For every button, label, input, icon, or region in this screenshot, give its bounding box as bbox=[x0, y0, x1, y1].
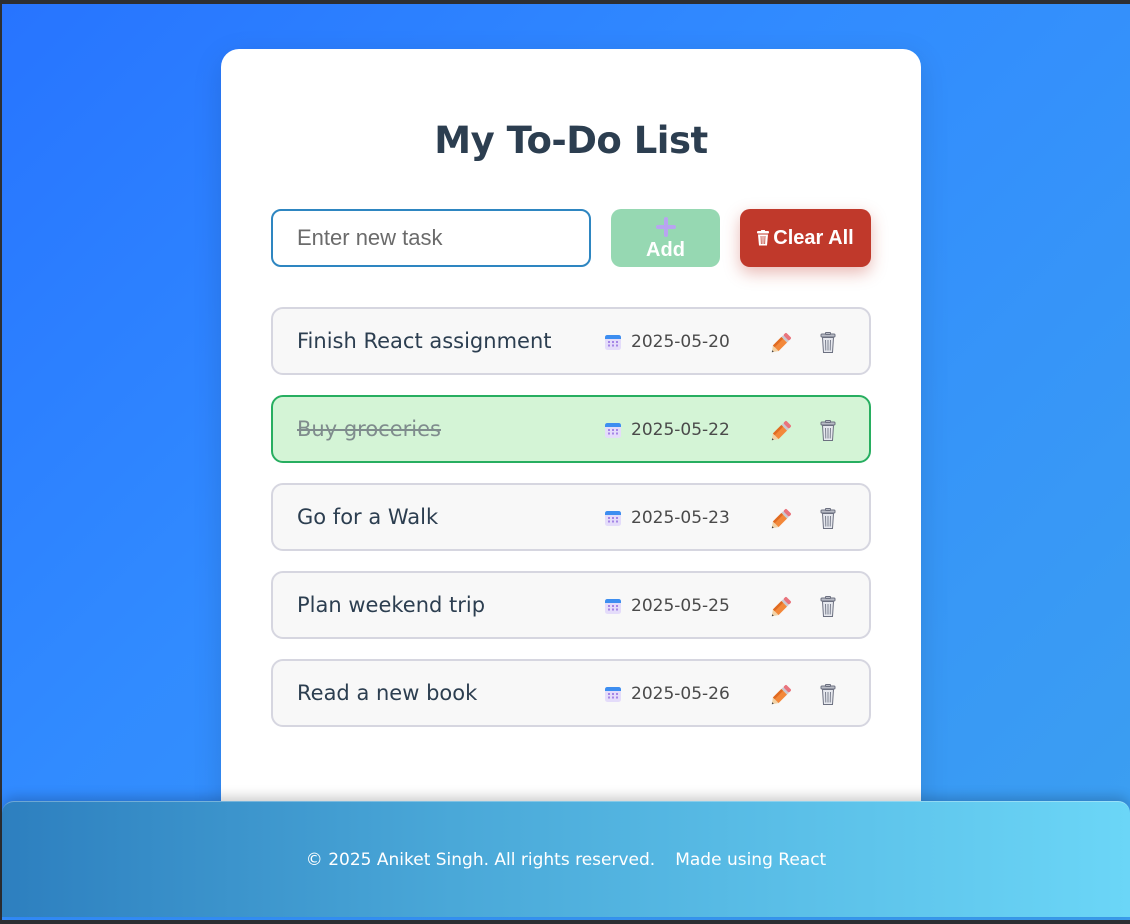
delete-button[interactable] bbox=[819, 596, 837, 618]
task-item[interactable]: Plan weekend trip 2025-05-25 bbox=[271, 571, 871, 639]
delete-button[interactable] bbox=[819, 684, 837, 706]
clear-all-button[interactable]: Clear All bbox=[740, 209, 871, 267]
pencil-icon bbox=[771, 509, 791, 529]
plus-icon bbox=[655, 216, 676, 237]
footer-copyright: © 2025 Aniket Singh. All rights reserved… bbox=[305, 850, 656, 870]
calendar-icon bbox=[605, 423, 621, 438]
pencil-icon bbox=[771, 333, 791, 353]
todo-card: My To-Do List Add Clear All Finish R bbox=[221, 49, 921, 849]
task-item[interactable]: Buy groceries 2025-05-22 bbox=[271, 395, 871, 463]
add-button-label: Add bbox=[646, 239, 685, 261]
task-text[interactable]: Read a new book bbox=[297, 661, 477, 725]
delete-button[interactable] bbox=[819, 508, 837, 530]
trash-icon bbox=[820, 684, 836, 705]
task-item[interactable]: Go for a Walk 2025-05-23 bbox=[271, 483, 871, 551]
pencil-icon bbox=[771, 685, 791, 705]
footer-made-with: Made using React bbox=[675, 850, 827, 870]
footer: © 2025 Aniket Singh. All rights reserved… bbox=[2, 801, 1130, 917]
task-date: 2025-05-25 bbox=[604, 595, 730, 617]
delete-button[interactable] bbox=[819, 332, 837, 354]
trash-icon bbox=[820, 508, 836, 529]
task-text[interactable]: Plan weekend trip bbox=[297, 573, 485, 637]
calendar-icon bbox=[605, 599, 621, 614]
task-date-text: 2025-05-26 bbox=[631, 684, 730, 704]
new-task-input[interactable] bbox=[271, 209, 591, 267]
task-date-text: 2025-05-23 bbox=[631, 508, 730, 528]
trash-icon bbox=[820, 420, 836, 441]
calendar-icon bbox=[605, 335, 621, 350]
delete-button[interactable] bbox=[819, 420, 837, 442]
pencil-icon bbox=[771, 421, 791, 441]
task-text[interactable]: Go for a Walk bbox=[297, 485, 438, 549]
trash-icon bbox=[757, 230, 770, 246]
pencil-icon bbox=[771, 597, 791, 617]
app-background: My To-Do List Add Clear All Finish R bbox=[2, 4, 1130, 920]
task-date-text: 2025-05-20 bbox=[631, 332, 730, 352]
task-date: 2025-05-22 bbox=[604, 419, 730, 441]
task-item[interactable]: Read a new book 2025-05-26 bbox=[271, 659, 871, 727]
calendar-icon bbox=[605, 511, 621, 526]
edit-button[interactable] bbox=[767, 329, 795, 357]
task-text[interactable]: Buy groceries bbox=[297, 397, 441, 461]
page-title: My To-Do List bbox=[434, 119, 708, 162]
clear-all-label: Clear All bbox=[773, 227, 854, 249]
trash-icon bbox=[820, 332, 836, 353]
trash-icon bbox=[820, 596, 836, 617]
task-date: 2025-05-26 bbox=[604, 683, 730, 705]
task-text[interactable]: Finish React assignment bbox=[297, 309, 552, 373]
calendar-icon bbox=[605, 687, 621, 702]
edit-button[interactable] bbox=[767, 681, 795, 709]
task-list: Finish React assignment 2025-05-20 Buy g… bbox=[271, 307, 871, 747]
task-date: 2025-05-23 bbox=[604, 507, 730, 529]
task-item[interactable]: Finish React assignment 2025-05-20 bbox=[271, 307, 871, 375]
edit-button[interactable] bbox=[767, 593, 795, 621]
task-date-text: 2025-05-25 bbox=[631, 596, 730, 616]
edit-button[interactable] bbox=[767, 505, 795, 533]
task-date: 2025-05-20 bbox=[604, 331, 730, 353]
edit-button[interactable] bbox=[767, 417, 795, 445]
task-date-text: 2025-05-22 bbox=[631, 420, 730, 440]
add-button[interactable]: Add bbox=[611, 209, 720, 267]
